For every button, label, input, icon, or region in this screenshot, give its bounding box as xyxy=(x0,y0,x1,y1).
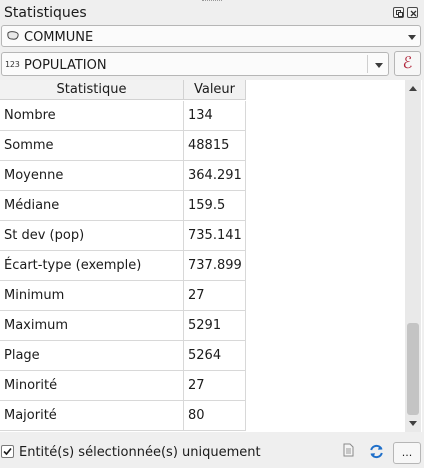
value-cell[interactable]: 159.5 xyxy=(184,191,246,221)
numeric-field-icon: 123 xyxy=(5,60,20,69)
table-row[interactable]: Minimum 27 xyxy=(0,281,246,311)
value-cell[interactable]: 80 xyxy=(184,401,246,431)
table-row[interactable]: Majorité 80 xyxy=(0,401,246,431)
table-row[interactable]: Médiane 159.5 xyxy=(0,191,246,221)
table-row[interactable]: Minorité 27 xyxy=(0,371,246,401)
checkmark-icon xyxy=(3,447,12,456)
value-cell[interactable]: 27 xyxy=(184,281,246,311)
panel-title: Statistiques xyxy=(4,5,87,21)
scrollbar-thumb[interactable] xyxy=(407,323,419,415)
statistic-cell[interactable]: Nombre xyxy=(0,101,184,131)
value-cell[interactable]: 737.899 xyxy=(184,251,246,281)
statistic-cell[interactable]: Minimum xyxy=(0,281,184,311)
statistic-cell[interactable]: Écart-type (exemple) xyxy=(0,251,184,281)
copy-icon[interactable] xyxy=(341,443,355,459)
table-row[interactable]: St dev (pop) 735.141 xyxy=(0,221,246,251)
chevron-down-icon xyxy=(375,63,383,68)
value-cell[interactable]: 5264 xyxy=(184,341,246,371)
value-cell[interactable]: 134 xyxy=(184,101,246,131)
more-options-button[interactable]: ... xyxy=(393,442,421,464)
table-row[interactable]: Somme 48815 xyxy=(0,131,246,161)
statistic-cell[interactable]: Plage xyxy=(0,341,184,371)
value-cell[interactable]: 48815 xyxy=(184,131,246,161)
column-header-statistic[interactable]: Statistique xyxy=(0,80,184,100)
statistic-cell[interactable]: Maximum xyxy=(0,311,184,341)
panel-footer: Entité(s) sélectionnée(s) uniquement ... xyxy=(0,436,424,468)
statistic-cell[interactable]: Médiane xyxy=(0,191,184,221)
column-header-value[interactable]: Valeur xyxy=(184,80,246,100)
table-row[interactable]: Moyenne 364.291 xyxy=(0,161,246,191)
statistic-cell[interactable]: Somme xyxy=(0,131,184,161)
chevron-down-icon xyxy=(408,35,416,40)
statistic-cell[interactable]: Moyenne xyxy=(0,161,184,191)
field-name: POPULATION xyxy=(24,58,107,73)
table-row[interactable]: Écart-type (exemple) 737.899 xyxy=(0,251,246,281)
field-combobox[interactable]: 123 POPULATION xyxy=(1,52,389,76)
table-body: Nombre 134 Somme 48815 Moyenne 364.291 M… xyxy=(0,101,246,431)
table-vertical-scrollbar[interactable] xyxy=(405,80,421,432)
selected-only-label[interactable]: Entité(s) sélectionnée(s) uniquement xyxy=(19,445,261,460)
combo-divider xyxy=(367,55,368,73)
layer-name: COMMUNE xyxy=(24,30,94,45)
table-header: Statistique Valeur xyxy=(0,80,246,101)
value-cell[interactable]: 364.291 xyxy=(184,161,246,191)
float-panel-button[interactable] xyxy=(393,7,404,18)
scroll-down-icon[interactable] xyxy=(409,421,417,426)
float-icon xyxy=(396,10,403,17)
table-row[interactable]: Maximum 5291 xyxy=(0,311,246,341)
refresh-icon[interactable] xyxy=(368,443,385,460)
value-cell[interactable]: 735.141 xyxy=(184,221,246,251)
table-row[interactable]: Plage 5264 xyxy=(0,341,246,371)
table-row[interactable]: Nombre 134 xyxy=(0,101,246,131)
statistics-table: Statistique Valeur Nombre 134 Somme 4881… xyxy=(0,80,422,432)
expression-button[interactable]: ℰ xyxy=(394,51,421,76)
statistic-cell[interactable]: St dev (pop) xyxy=(0,221,184,251)
statistic-cell[interactable]: Minorité xyxy=(0,371,184,401)
panel-titlebar: Statistiques xyxy=(0,0,424,24)
polygon-layer-icon xyxy=(7,31,19,40)
close-panel-button[interactable] xyxy=(407,7,418,18)
value-cell[interactable]: 5291 xyxy=(184,311,246,341)
selected-only-checkbox[interactable] xyxy=(1,445,14,458)
value-cell[interactable]: 27 xyxy=(184,371,246,401)
scroll-up-icon[interactable] xyxy=(409,86,417,91)
layer-combobox[interactable]: COMMUNE xyxy=(1,25,421,47)
close-icon xyxy=(410,10,417,17)
statistic-cell[interactable]: Majorité xyxy=(0,401,184,431)
